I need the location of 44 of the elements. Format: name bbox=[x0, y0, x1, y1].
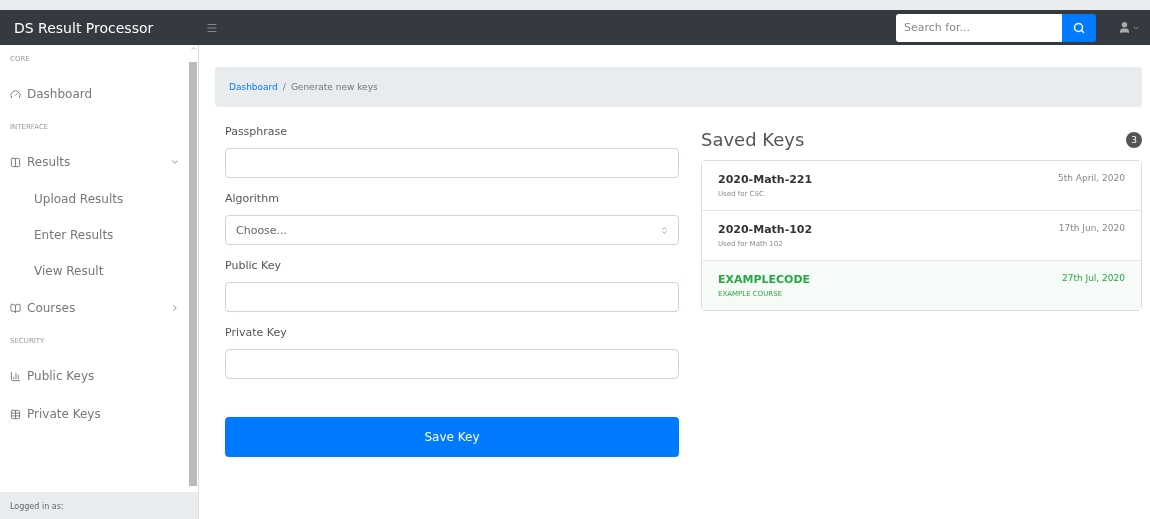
sidebar-item[interactable]: Dashboard bbox=[10, 75, 180, 113]
nav-icon bbox=[10, 408, 21, 420]
sidebar-subitem[interactable]: View Result bbox=[10, 253, 180, 289]
user-menu-button[interactable] bbox=[1118, 21, 1140, 34]
nav-icon bbox=[10, 370, 21, 382]
sidebar-item[interactable]: Private Keys bbox=[10, 395, 180, 433]
input-field[interactable] bbox=[225, 282, 679, 312]
sidebar-item[interactable]: Public Keys bbox=[10, 357, 180, 395]
field-label: Passphrase bbox=[225, 125, 289, 138]
key-code: EXAMPLECODE bbox=[718, 273, 811, 286]
nav-icon bbox=[10, 88, 21, 100]
field-label: Public Key bbox=[225, 259, 282, 272]
scrollbar-thumb[interactable] bbox=[189, 62, 197, 486]
sidebar-subitem[interactable]: Upload Results bbox=[10, 181, 180, 217]
count-badge: 3 bbox=[1126, 131, 1142, 148]
search-field[interactable]: Search for... bbox=[896, 13, 1062, 42]
nav-icon bbox=[10, 156, 21, 168]
breadcrumb-current: Generate new keys bbox=[290, 82, 378, 92]
input-field[interactable] bbox=[225, 349, 679, 379]
key-code: 2020-Math-102 bbox=[718, 223, 813, 236]
algorithm-select[interactable]: Choose... bbox=[225, 215, 679, 245]
field-label: Algorithm bbox=[225, 192, 280, 205]
save-key-button[interactable]: Save Key bbox=[225, 417, 679, 457]
saved-keys-title: Saved Keys bbox=[701, 129, 805, 150]
logged-in-label: Logged in as: bbox=[0, 492, 198, 519]
input-field[interactable] bbox=[225, 148, 679, 178]
sidebar-item[interactable]: Courses bbox=[10, 289, 180, 327]
search-icon bbox=[1073, 21, 1085, 34]
key-date: 17th Jun, 2020 bbox=[1058, 223, 1125, 235]
search-button[interactable] bbox=[1062, 13, 1096, 42]
breadcrumb-link[interactable]: Dashboard bbox=[229, 82, 278, 92]
field-label: Private Key bbox=[225, 326, 288, 339]
key-date: 5th April, 2020 bbox=[1057, 173, 1125, 185]
brand-title: DS Result Processor bbox=[14, 19, 155, 36]
sidebar-subitem[interactable]: Enter Results bbox=[10, 217, 180, 253]
nav-icon bbox=[10, 302, 21, 314]
menu-icon[interactable] bbox=[206, 21, 218, 34]
key-date: 27th Jul, 2020 bbox=[1061, 273, 1125, 285]
scroll-up-icon[interactable] bbox=[189, 45, 197, 52]
sidebar-item[interactable]: Results bbox=[10, 143, 180, 181]
user-icon bbox=[1118, 21, 1131, 34]
key-code: 2020-Math-221 bbox=[718, 173, 813, 186]
sort-icon bbox=[661, 224, 668, 236]
breadcrumb-separator: / bbox=[282, 82, 286, 92]
